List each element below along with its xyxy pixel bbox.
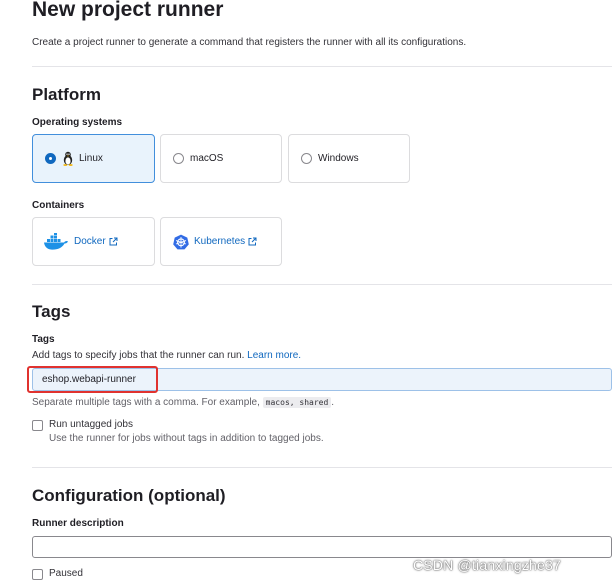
- tags-input-highlight: [27, 366, 158, 393]
- external-link-icon: [248, 237, 257, 246]
- run-untagged-checkbox[interactable]: [32, 420, 43, 431]
- header-divider: [32, 66, 612, 67]
- page-title: New project runner: [32, 0, 224, 21]
- platform-divider: [32, 284, 612, 285]
- run-untagged-help: Use the runner for jobs without tags in …: [49, 433, 324, 444]
- platform-section-title: Platform: [32, 85, 101, 104]
- macos-radio[interactable]: [173, 153, 184, 164]
- os-label-macos: macOS: [190, 153, 224, 164]
- os-option-macos[interactable]: macOS: [160, 134, 282, 183]
- tags-help-message: Add tags to specify jobs that the runner…: [32, 350, 245, 361]
- runner-description-input[interactable]: [32, 536, 612, 558]
- configuration-section-title: Configuration (optional): [32, 486, 226, 505]
- os-option-linux[interactable]: Linux: [32, 134, 155, 183]
- page-description: Create a project runner to generate a co…: [32, 37, 467, 48]
- operating-systems-label: Operating systems: [32, 117, 123, 128]
- paused-label[interactable]: Paused: [49, 568, 83, 579]
- tags-separator-hint: Separate multiple tags with a comma. For…: [32, 397, 334, 408]
- paused-checkbox[interactable]: [32, 569, 43, 580]
- separator-hint-suffix: .: [331, 397, 335, 408]
- kubernetes-link[interactable]: Kubernetes: [194, 236, 245, 247]
- separator-hint-prefix: Separate multiple tags with a comma. For…: [32, 397, 260, 408]
- kubernetes-icon: [173, 234, 189, 250]
- os-label-windows: Windows: [318, 153, 359, 164]
- run-untagged-label[interactable]: Run untagged jobs: [49, 419, 133, 430]
- external-link-icon: [109, 237, 118, 246]
- docker-icon: [43, 232, 69, 251]
- runner-description-label: Runner description: [32, 518, 124, 529]
- watermark: CSDN @tianxingzhe37: [413, 557, 561, 573]
- windows-radio[interactable]: [301, 153, 312, 164]
- container-option-kubernetes[interactable]: Kubernetes: [160, 217, 282, 266]
- os-option-windows[interactable]: Windows: [288, 134, 410, 183]
- tags-field-label: Tags: [32, 334, 55, 345]
- linux-tux-icon: [62, 151, 74, 166]
- learn-more-link[interactable]: Learn more.: [247, 350, 301, 361]
- docker-link[interactable]: Docker: [74, 236, 106, 247]
- linux-radio[interactable]: [45, 153, 56, 164]
- tags-section-title: Tags: [32, 302, 71, 321]
- os-label-linux: Linux: [79, 153, 103, 164]
- separator-example-code: macos, shared: [262, 397, 332, 408]
- containers-label: Containers: [32, 200, 85, 211]
- container-option-docker[interactable]: Docker: [32, 217, 155, 266]
- tags-help-text: Add tags to specify jobs that the runner…: [32, 350, 301, 361]
- tags-divider: [32, 467, 612, 468]
